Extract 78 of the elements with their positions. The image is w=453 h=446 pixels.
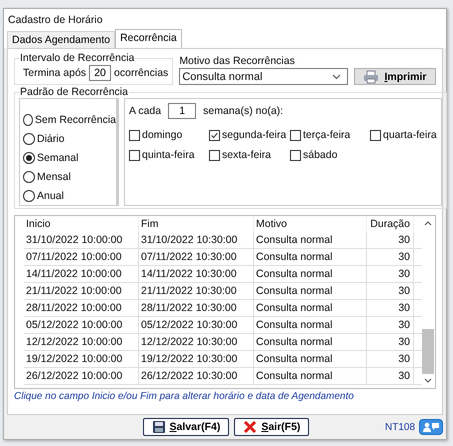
day-checkbox[interactable]: terça-feira bbox=[290, 129, 370, 141]
printer-icon bbox=[363, 70, 380, 84]
exit-button[interactable]: Sair(F5) bbox=[234, 418, 310, 436]
table-cell: 07/11/2022 10:30:00 bbox=[139, 249, 254, 265]
field-label: ocorrências bbox=[114, 67, 168, 79]
code-label: NT108 bbox=[384, 422, 415, 432]
table-cell: 14/11/2022 10:30:00 bbox=[139, 266, 254, 282]
column-header[interactable]: Inicio bbox=[24, 216, 139, 232]
table-cell: 31/10/2022 10:00:00 bbox=[24, 232, 139, 248]
table-cell: 21/11/2022 10:00:00 bbox=[24, 283, 139, 299]
day-checkbox[interactable]: sexta-feira bbox=[209, 149, 290, 161]
table-cell: 30 bbox=[367, 249, 414, 265]
table-cell: 12/12/2022 10:30:00 bbox=[139, 334, 254, 350]
table-cell: 05/12/2022 10:30:00 bbox=[139, 317, 254, 333]
field-label: Motivo das Recorrências bbox=[179, 55, 296, 67]
table-cell: 30 bbox=[367, 283, 414, 299]
table-cell: Consulta normal bbox=[254, 283, 367, 299]
table-cell: 19/12/2022 10:30:00 bbox=[139, 351, 254, 367]
radio-option[interactable]: Anual bbox=[23, 189, 116, 203]
group-title: Intervalo de Recorrência bbox=[19, 52, 136, 64]
day-checkbox[interactable]: domingo bbox=[129, 129, 209, 141]
table-cell: 30 bbox=[367, 334, 414, 350]
close-icon bbox=[243, 420, 258, 434]
table-cell: 21/11/2022 10:30:00 bbox=[139, 283, 254, 299]
table-cell: Consulta normal bbox=[254, 300, 367, 316]
reason-dropdown[interactable]: Consulta normal bbox=[179, 68, 348, 85]
scroll-thumb[interactable] bbox=[422, 329, 434, 374]
day-checkbox[interactable]: sábado bbox=[290, 149, 370, 161]
table-cell: Consulta normal bbox=[254, 249, 367, 265]
chat-button[interactable] bbox=[419, 419, 443, 435]
table-cell: 30 bbox=[367, 317, 414, 333]
print-button[interactable]: Imprimir bbox=[354, 68, 436, 85]
table-cell: Consulta normal bbox=[254, 266, 367, 282]
field-label: semana(s) no(a): bbox=[203, 105, 284, 117]
table-cell: 31/10/2022 10:30:00 bbox=[139, 232, 254, 248]
table-cell: Consulta normal bbox=[254, 351, 367, 367]
table-cell: 30 bbox=[367, 368, 414, 384]
table-cell: Consulta normal bbox=[254, 317, 367, 333]
column-header[interactable]: Duração bbox=[367, 216, 414, 232]
tab[interactable]: Recorrência bbox=[115, 29, 182, 48]
radio-option[interactable]: Semanal bbox=[23, 151, 116, 165]
interval-field[interactable]: 1 bbox=[168, 103, 196, 119]
table-cell: 30 bbox=[367, 232, 414, 248]
scroll-up-icon[interactable] bbox=[424, 220, 432, 226]
table-cell: 26/12/2022 10:30:00 bbox=[139, 368, 254, 384]
day-checkbox[interactable]: segunda-feira bbox=[209, 129, 290, 141]
scroll-down-icon[interactable] bbox=[424, 378, 432, 384]
day-checkbox[interactable]: quinta-feira bbox=[129, 149, 209, 161]
column-header[interactable]: Motivo bbox=[254, 216, 367, 232]
table-cell: Consulta normal bbox=[254, 334, 367, 350]
day-checkbox[interactable]: quarta-feira bbox=[370, 129, 437, 141]
table-cell: 28/11/2022 10:30:00 bbox=[139, 300, 254, 316]
radio-option[interactable]: Sem Recorrência bbox=[23, 113, 116, 127]
table-cell: 30 bbox=[367, 266, 414, 282]
table-cell: 07/11/2022 10:00:00 bbox=[24, 249, 139, 265]
table-cell: Consulta normal bbox=[254, 232, 367, 248]
people-chat-icon bbox=[422, 422, 440, 432]
column-header[interactable]: Fim bbox=[139, 216, 254, 232]
field-label: Termina após bbox=[23, 67, 86, 79]
tab[interactable]: Dados Agendamento bbox=[7, 31, 116, 48]
table-cell: Consulta normal bbox=[254, 368, 367, 384]
field-label: A cada bbox=[129, 105, 162, 117]
table-cell: 26/12/2022 10:00:00 bbox=[24, 368, 139, 384]
table-cell: 19/12/2022 10:00:00 bbox=[24, 351, 139, 367]
table-cell: 30 bbox=[367, 300, 414, 316]
radio-option[interactable]: Mensal bbox=[23, 170, 116, 184]
occurrences-field[interactable]: 20 bbox=[89, 65, 112, 81]
radio-option[interactable]: Diário bbox=[23, 132, 116, 146]
table-cell: 14/11/2022 10:00:00 bbox=[24, 266, 139, 282]
save-button[interactable]: Salvar(F4) bbox=[142, 418, 230, 436]
group-title: Padrão de Recorrência bbox=[19, 86, 129, 98]
hint-text: Clique no campo Inicio e/ou Fim para alterar horário e data de Agendamento bbox=[14, 391, 355, 402]
window-title: Cadastro de Horário bbox=[4, 9, 446, 29]
table-cell: 28/11/2022 10:00:00 bbox=[24, 300, 139, 316]
table-cell: 12/12/2022 10:00:00 bbox=[24, 334, 139, 350]
table-cell: 05/12/2022 10:00:00 bbox=[24, 317, 139, 333]
table-cell: 30 bbox=[367, 351, 414, 367]
chevron-down-icon bbox=[332, 74, 341, 80]
